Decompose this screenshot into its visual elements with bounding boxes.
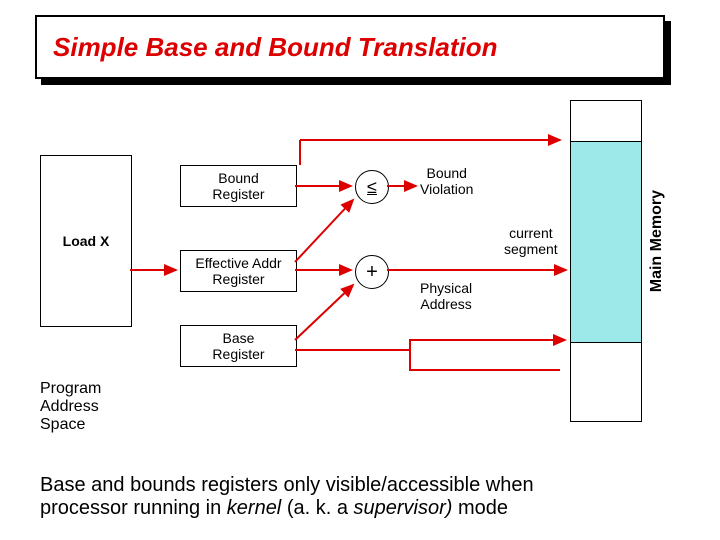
effective-addr-label: Effective Addr Register — [195, 255, 281, 287]
current-segment-label: current segment — [504, 225, 558, 257]
bound-register-label: Bound Register — [212, 170, 264, 202]
load-x-box: Load X — [40, 155, 132, 327]
physical-address-label: Physical Address — [420, 280, 472, 312]
pas1: Program — [40, 380, 101, 398]
slide-title: Simple Base and Bound Translation — [53, 32, 498, 63]
main-memory-label: Main Memory — [648, 190, 666, 292]
bound-register-box: Bound Register — [180, 165, 297, 207]
current-segment-region — [571, 141, 641, 343]
kernel-word: kernel — [227, 497, 281, 519]
caption-line1: Base and bounds registers only visible/a… — [40, 474, 534, 496]
load-x-label: Load X — [63, 233, 110, 249]
supervisor-word: supervisor) — [354, 497, 453, 519]
adder-node: + — [355, 255, 389, 289]
le-symbol: ≤ — [367, 177, 377, 198]
caption-end: mode — [452, 497, 508, 519]
pas3: Space — [40, 416, 85, 434]
caption: Base and bounds registers only visible/a… — [40, 474, 680, 520]
caption-mid: (a. k. a — [281, 497, 353, 519]
caption-line2a: processor running in — [40, 497, 227, 519]
main-memory-box — [570, 100, 642, 422]
base-register-label: Base Register — [212, 330, 264, 362]
pas2: Address — [40, 398, 99, 416]
plus-symbol: + — [366, 261, 378, 284]
effective-addr-box: Effective Addr Register — [180, 250, 297, 292]
base-register-box: Base Register — [180, 325, 297, 367]
bound-violation-label: Bound Violation — [420, 165, 473, 197]
comparator-node: ≤ — [355, 170, 389, 204]
title-box: Simple Base and Bound Translation — [35, 15, 665, 79]
